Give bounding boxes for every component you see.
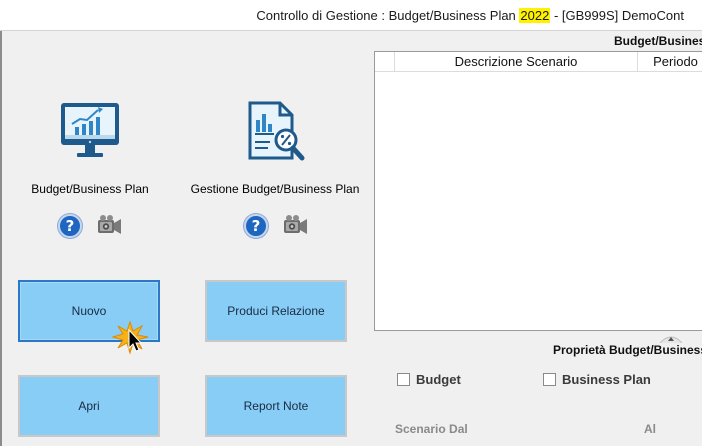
scenario-grid[interactable]: Descrizione Scenario Periodo xyxy=(374,51,702,331)
help-glyph: ? xyxy=(251,217,261,235)
business-plan-checkbox-row[interactable]: Business Plan xyxy=(543,372,651,387)
window-title-prefix: Controllo di Gestione : Budget/Business … xyxy=(256,8,520,23)
window-title: Controllo di Gestione : Budget/Business … xyxy=(256,8,684,23)
budget-checkbox[interactable] xyxy=(397,373,410,386)
panel-splitter-icon[interactable] xyxy=(659,332,683,344)
document-analysis-icon[interactable] xyxy=(244,100,308,164)
column-header-periodo[interactable]: Periodo xyxy=(638,52,702,72)
scenario-dal-label: Scenario Dal xyxy=(395,422,468,436)
grid-header: Descrizione Scenario Periodo xyxy=(375,52,702,72)
grid-row-indicator-header xyxy=(375,52,395,72)
al-label: Al xyxy=(644,422,656,436)
mouse-cursor-icon xyxy=(111,320,152,356)
window-title-year: 2022 xyxy=(519,8,551,23)
help-icon[interactable]: ? xyxy=(244,214,268,238)
monitor-chart-icon[interactable] xyxy=(58,100,122,164)
produci-relazione-button-label: Produci Relazione xyxy=(227,304,325,318)
report-note-button-label: Report Note xyxy=(243,399,309,413)
scenarios-panel-title: Budget/Business xyxy=(614,34,702,48)
apri-button-label: Apri xyxy=(78,399,100,413)
apri-button[interactable]: Apri xyxy=(18,375,160,437)
budget-checkbox-label: Budget xyxy=(416,372,461,387)
video-camera-icon[interactable] xyxy=(97,214,123,238)
nuovo-button-label: Nuovo xyxy=(71,304,107,318)
properties-panel-title: Proprietà Budget/Business xyxy=(553,343,702,357)
help-glyph: ? xyxy=(65,217,75,235)
window-left-edge xyxy=(0,31,2,446)
column-header-descrizione[interactable]: Descrizione Scenario xyxy=(395,52,638,72)
module-label-gestione-budget[interactable]: Gestione Budget/Business Plan xyxy=(186,182,364,196)
title-bar: Controllo di Gestione : Budget/Business … xyxy=(0,0,702,31)
module-label-budget-business-plan[interactable]: Budget/Business Plan xyxy=(18,182,162,196)
help-icon[interactable]: ? xyxy=(58,214,82,238)
report-note-button[interactable]: Report Note xyxy=(205,375,347,437)
window-title-suffix: - [GB999S] DemoCont xyxy=(550,8,684,23)
produci-relazione-button[interactable]: Produci Relazione xyxy=(205,280,347,342)
business-plan-checkbox[interactable] xyxy=(543,373,556,386)
video-camera-icon[interactable] xyxy=(283,214,309,238)
business-plan-checkbox-label: Business Plan xyxy=(562,372,651,387)
budget-checkbox-row[interactable]: Budget xyxy=(397,372,461,387)
